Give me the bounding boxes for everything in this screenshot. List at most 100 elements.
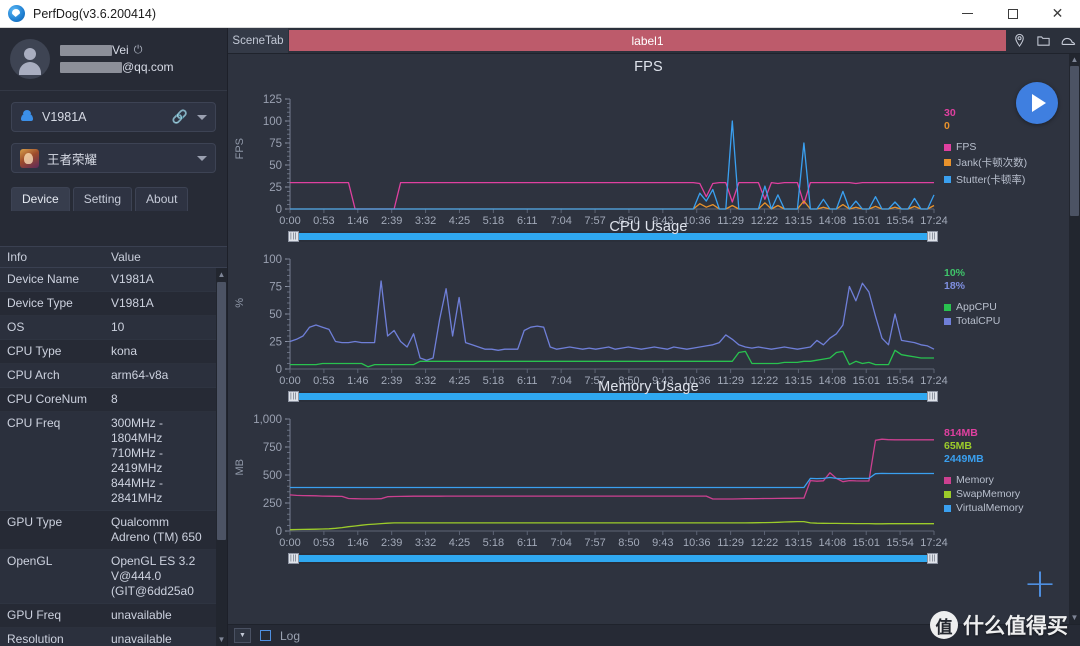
y-axis-label: FPS — [234, 138, 246, 160]
table-row[interactable]: Resolution unavailable — [0, 628, 227, 646]
y-axis-label: % — [234, 298, 246, 308]
x-tick-label: 13:15 — [784, 537, 813, 549]
main-scrollbar[interactable]: ▲ ▼ — [1069, 54, 1080, 624]
chevron-down-icon[interactable] — [197, 114, 207, 120]
x-tick-label: 12:22 — [750, 537, 779, 549]
perfdog-window: PerfDog(v3.6.200414) ✕ Vei ⏻ @qq.com V19… — [0, 0, 1080, 646]
table-row[interactable]: Device Name V1981A — [0, 268, 227, 292]
table-cell-value: kona — [111, 344, 138, 358]
y-axis-label: MB — [234, 459, 246, 476]
legend-item[interactable]: SwapMemory — [944, 488, 1024, 500]
table-cell-value: V1981A — [111, 272, 154, 286]
table-row[interactable]: CPU Freq 300MHz - 1804MHz 710MHz - 2419MH… — [0, 412, 227, 511]
legend-current-value: 65MB — [944, 440, 973, 452]
sidebar-tabs: Device Setting About — [11, 187, 227, 211]
svg-text:1,000: 1,000 — [253, 414, 282, 426]
table-cell-value: V1981A — [111, 296, 154, 310]
table-cell-info: CPU Arch — [7, 368, 60, 382]
charts-container: FPS 0 25 50 75 100 125 FPS 30 0 FPS Jank(卡顿次数) Stutt… — [228, 54, 1069, 624]
chevron-down-icon[interactable] — [197, 155, 207, 161]
legend-item[interactable]: Jank(卡顿次数) — [944, 155, 1027, 170]
table-cell-value: unavailable — [111, 608, 172, 622]
table-row[interactable]: GPU Freq unavailable — [0, 604, 227, 628]
scrollbar-thumb[interactable] — [1070, 66, 1079, 216]
series-line — [289, 438, 934, 500]
cloud-icon[interactable] — [1060, 33, 1077, 48]
folder-icon[interactable] — [1036, 33, 1051, 48]
chart-time-scrollbar[interactable]: ||| ||| — [288, 553, 938, 564]
legend-label: Memory — [956, 474, 994, 486]
x-tick-label: 3:32 — [414, 537, 437, 549]
scrollbar-handle-left[interactable]: ||| — [288, 553, 299, 564]
legend-item[interactable]: FPS — [944, 141, 1027, 153]
account-text: Vei ⏻ @qq.com — [60, 42, 174, 76]
minimize-button[interactable] — [945, 0, 990, 28]
sidebar-scrollbar[interactable]: ▲ ▼ — [216, 268, 227, 646]
maximize-button[interactable] — [990, 0, 1035, 28]
bottom-dropdown-button[interactable]: ▼ — [234, 628, 251, 643]
table-cell-info: GPU Freq — [7, 608, 62, 622]
usb-link-icon[interactable]: 🔗 — [172, 109, 188, 125]
table-row[interactable]: CPU CoreNum 8 — [0, 388, 227, 412]
column-header-info: Info — [7, 250, 28, 264]
legend-item[interactable]: Stutter(卡顿率) — [944, 172, 1027, 187]
series-line — [290, 349, 934, 368]
scrollbar-handle-right[interactable]: ||| — [927, 553, 938, 564]
avatar[interactable] — [10, 39, 50, 79]
table-cell-value: 300MHz - 1804MHz 710MHz - 2419MHz 844MHz… — [111, 416, 164, 505]
legend-swatch — [944, 176, 951, 183]
tab-setting[interactable]: Setting — [72, 187, 133, 211]
table-row[interactable]: Device Type V1981A — [0, 292, 227, 316]
device-selector[interactable]: V1981A 🔗 — [11, 102, 216, 132]
table-row[interactable]: OS 10 — [0, 316, 227, 340]
table-row[interactable]: CPU Arch arm64-v8a — [0, 364, 227, 388]
account-email-suffix: @qq.com — [122, 60, 174, 74]
power-icon[interactable]: ⏻ — [134, 42, 143, 59]
scene-bar-icons — [1008, 28, 1080, 53]
app-selector[interactable]: 王者荣耀 — [11, 143, 216, 173]
svg-text:75: 75 — [269, 138, 282, 150]
log-checkbox[interactable] — [260, 630, 271, 641]
maximize-icon — [1007, 8, 1018, 19]
table-row[interactable]: CPU Type kona — [0, 340, 227, 364]
redacted-name — [60, 45, 112, 56]
svg-text:25: 25 — [269, 337, 282, 349]
x-tick-label: 11:29 — [717, 537, 744, 549]
tab-about[interactable]: About — [135, 187, 189, 211]
scrollbar-track[interactable] — [297, 555, 929, 562]
legend-item[interactable]: Memory — [944, 474, 1024, 486]
table-cell-value: OpenGL ES 3.2 V@444.0 (GIT@6dd25a0 — [111, 554, 196, 598]
chart-legend: 10% 18% AppCPU TotalCPU — [944, 267, 1000, 327]
legend-current-value: 814MB — [944, 427, 978, 439]
scroll-up-icon[interactable]: ▲ — [216, 268, 227, 281]
device-selector-value: V1981A — [42, 110, 87, 124]
tab-device[interactable]: Device — [11, 187, 70, 211]
legend-item[interactable]: AppCPU — [944, 301, 1000, 313]
table-cell-value: unavailable — [111, 632, 172, 646]
x-tick-label: 1:46 — [347, 537, 369, 549]
legend-swatch — [944, 303, 951, 311]
chart-title: Memory Usage — [598, 379, 699, 395]
scene-tab[interactable]: SceneTab — [228, 28, 288, 53]
table-cell-info: Device Name — [7, 272, 80, 286]
scene-label[interactable]: label1 — [289, 30, 1006, 51]
legend-swatch — [944, 317, 951, 325]
x-tick-label: 14:08 — [818, 537, 847, 549]
scrollbar-thumb[interactable] — [217, 282, 226, 540]
scroll-up-icon[interactable]: ▲ — [1069, 54, 1080, 66]
legend-current-value: 18% — [944, 280, 966, 292]
window-controls: ✕ — [945, 0, 1080, 28]
legend-swatch — [944, 504, 951, 512]
close-button[interactable]: ✕ — [1035, 0, 1080, 28]
x-tick-label: 0:53 — [313, 537, 335, 549]
legend-item[interactable]: TotalCPU — [944, 315, 1000, 327]
add-chart-button[interactable]: + — [1020, 564, 1060, 604]
table-row[interactable]: OpenGL OpenGL ES 3.2 V@444.0 (GIT@6dd25a0 — [0, 550, 227, 604]
legend-item[interactable]: VirtualMemory — [944, 502, 1024, 514]
scroll-down-icon[interactable]: ▼ — [1069, 612, 1080, 624]
location-pin-icon[interactable] — [1012, 33, 1027, 48]
play-button[interactable] — [1016, 82, 1058, 124]
table-cell-info: CPU Freq — [7, 416, 61, 430]
table-row[interactable]: GPU Type Qualcomm Adreno (TM) 650 — [0, 511, 227, 550]
scroll-down-icon[interactable]: ▼ — [216, 633, 227, 646]
